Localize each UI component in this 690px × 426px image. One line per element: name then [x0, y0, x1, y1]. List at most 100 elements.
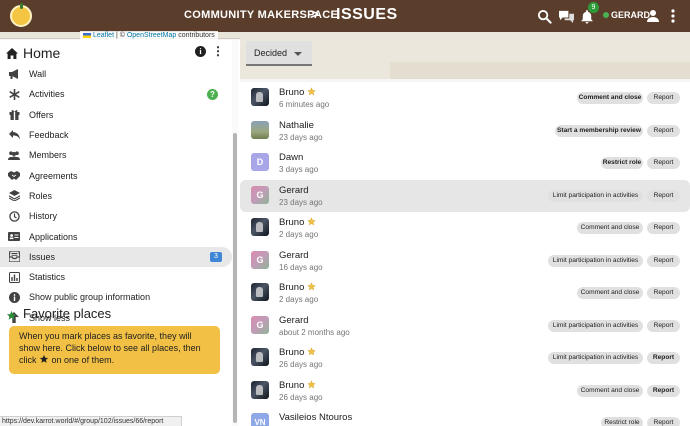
decision-chip[interactable]: Comment and close [577, 287, 643, 299]
logo-icon[interactable] [10, 3, 32, 27]
avatar[interactable] [251, 120, 269, 139]
sidebar-item-members[interactable]: Members [0, 145, 232, 165]
favorites-hint: When you mark places as favorite, they w… [9, 326, 220, 374]
issue-row[interactable]: Bruno 26 days ago Report Limit participatio… [240, 342, 690, 375]
avatar[interactable] [251, 380, 269, 399]
issue-user-name-text: Bruno [279, 347, 305, 358]
layers-icon [8, 190, 20, 202]
issue-row[interactable]: D Dawn 3 days ago Report Restrict role [240, 147, 690, 180]
sidebar-item-label: Offers [29, 109, 54, 120]
sidebar-item-roles[interactable]: Roles [0, 186, 232, 206]
issue-row[interactable]: G Gerard 23 days ago Report Limit participat… [240, 179, 690, 212]
report-chip[interactable]: Report [647, 124, 680, 137]
favorites-hint-text-2: on one of them. [51, 355, 115, 365]
megaphone-icon [8, 68, 20, 80]
help-icon[interactable]: ? [207, 88, 218, 100]
sidebar-item-offers[interactable]: Offers [0, 105, 232, 125]
sidebar-item-activities[interactable]: Activities ? [0, 84, 232, 104]
decision-chip[interactable]: Limit participation in activities [548, 319, 643, 332]
report-chip[interactable]: Report [647, 352, 680, 364]
issue-time: 3 days ago [279, 165, 319, 174]
sidebar-item-label: Activities [29, 89, 65, 100]
avatar[interactable]: G [251, 250, 269, 269]
history-icon [8, 210, 20, 222]
ukraine-flag-icon [83, 32, 91, 38]
sidebar-item-label: Wall [29, 69, 47, 80]
report-chip[interactable]: Report [647, 287, 680, 299]
avatar[interactable]: G [251, 315, 269, 334]
issue-time: 16 days ago [279, 262, 323, 272]
issue-row[interactable]: Bruno 2 days ago Report Comment and close [240, 277, 690, 310]
issue-list: Bruno 6 minutes ago Report Comment and clos… [240, 82, 690, 426]
sidebar-item-statistics[interactable]: Statistics [0, 267, 232, 287]
report-chip[interactable]: Report [647, 189, 680, 202]
decision-chip[interactable]: Limit participation in activities [548, 254, 643, 267]
sidebar-item-applications[interactable]: Applications [0, 226, 232, 246]
group-info-icon[interactable]: i [195, 46, 206, 57]
osm-link[interactable]: OpenStreetMap [127, 32, 176, 39]
avatar[interactable] [251, 88, 269, 106]
sidebar-scrollbar-thumb[interactable] [233, 133, 237, 423]
report-chip[interactable]: Report [647, 384, 680, 397]
bar-chart-icon [8, 271, 20, 283]
decision-chip[interactable]: Limit participation in activities [548, 189, 643, 202]
avatar[interactable]: G [251, 185, 269, 204]
decision-chip[interactable]: Start a membership review [555, 124, 643, 137]
issue-user-name: Bruno [279, 380, 317, 391]
report-chip[interactable]: Report [647, 254, 680, 267]
avatar[interactable]: VN [251, 413, 269, 426]
report-chip[interactable]: Report [647, 417, 680, 426]
report-chip[interactable]: Report [647, 319, 680, 332]
home-header[interactable]: Home i ⋮ [0, 42, 232, 64]
issue-row[interactable]: Bruno 26 days ago Report Comment and close [240, 375, 690, 408]
decision-chip[interactable]: Comment and close [577, 222, 643, 234]
avatar[interactable] [251, 348, 269, 366]
sidebar-item-feedback[interactable]: Feedback [0, 125, 232, 145]
leaflet-link[interactable]: Leaflet [93, 32, 114, 39]
chat-icon[interactable] [556, 6, 576, 26]
report-chip[interactable]: Report [647, 157, 680, 169]
decision-chip[interactable]: Comment and close [577, 92, 643, 104]
issue-row[interactable]: Nathalie 23 days ago Report Start a members… [240, 115, 690, 148]
avatar[interactable] [251, 283, 269, 301]
issue-user-name: Gerard [279, 250, 309, 261]
status-filter-select[interactable]: Decided [246, 41, 312, 66]
reply-icon [8, 129, 20, 141]
issue-user-name-text: Bruno [279, 282, 305, 293]
sidebar-item-issues[interactable]: Issues 3 [0, 246, 232, 267]
home-title[interactable]: Home [23, 45, 60, 61]
page-title: ISSUES [336, 6, 398, 23]
decision-chip[interactable]: Limit participation in activities [548, 352, 643, 364]
decision-chip[interactable]: Restrict role [601, 157, 643, 169]
sidebar-item-label: Roles [29, 190, 53, 201]
inbox-icon [8, 251, 20, 263]
avatar[interactable] [251, 218, 269, 236]
trust-star-icon [307, 282, 317, 291]
person-icon[interactable] [643, 6, 663, 26]
report-chip[interactable]: Report [647, 222, 680, 234]
caret-down-icon [294, 52, 302, 56]
issue-time: 23 days ago [279, 132, 323, 142]
favorites-header: Favorite places [6, 305, 232, 323]
sidebar-item-wall[interactable]: Wall [0, 64, 232, 84]
issue-time: 23 days ago [279, 197, 323, 207]
attribution-separator: | © [114, 32, 127, 39]
handshake-icon [8, 170, 20, 182]
issue-row[interactable]: VN Vasileios Ntouros Report Restrict role [240, 407, 690, 426]
issue-time: 26 days ago [279, 360, 323, 369]
issue-row[interactable]: G Gerard about 2 months ago Report Limit par… [240, 310, 690, 343]
search-icon[interactable] [534, 6, 554, 26]
report-chip[interactable]: Report [647, 92, 680, 104]
issue-row[interactable]: Bruno 2 days ago Report Comment and close [240, 212, 690, 245]
sidebar-item-agreements[interactable]: Agreements [0, 165, 232, 185]
issue-row[interactable]: G Gerard 16 days ago Report Limit participat… [240, 245, 690, 278]
decision-chip[interactable]: Comment and close [577, 384, 643, 397]
more-vert-icon[interactable] [663, 6, 683, 26]
issue-row[interactable]: Bruno 6 minutes ago Report Comment and clos… [240, 82, 690, 115]
sidebar-more-icon[interactable]: ⋮ [212, 45, 224, 57]
trust-star-icon [307, 217, 317, 226]
decision-chip[interactable]: Restrict role [601, 417, 643, 426]
sidebar-item-history[interactable]: History [0, 206, 232, 226]
status-filter-value: Decided [254, 48, 288, 58]
avatar[interactable]: D [251, 153, 269, 171]
